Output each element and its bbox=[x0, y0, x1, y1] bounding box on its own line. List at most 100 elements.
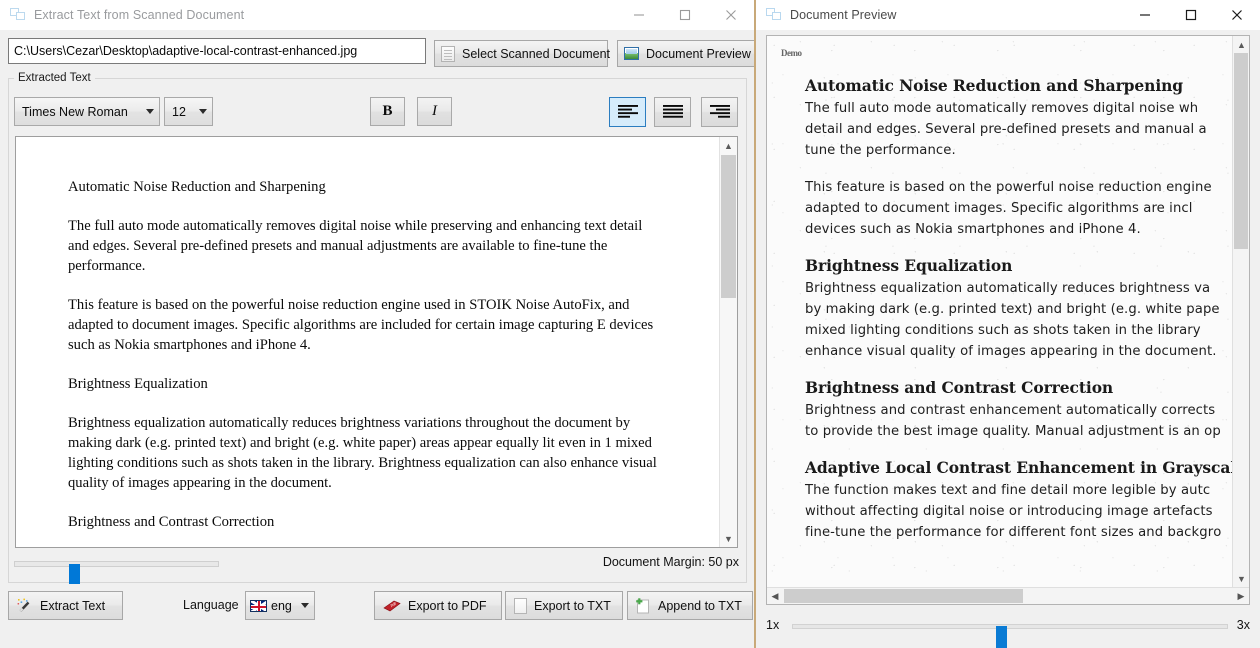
scrollbar-thumb[interactable] bbox=[721, 155, 736, 298]
document-margin-slider[interactable] bbox=[14, 561, 219, 584]
demo-watermark: Demo bbox=[781, 48, 802, 58]
export-to-pdf-label: Export to PDF bbox=[408, 598, 487, 613]
extracted-paragraph: Brightness equalization automatically re… bbox=[68, 415, 657, 491]
document-margin-row: Document Margin: 50 px bbox=[14, 552, 739, 584]
align-justify-icon bbox=[662, 105, 683, 118]
maximize-button[interactable] bbox=[1168, 0, 1214, 30]
language-select[interactable]: eng bbox=[245, 591, 315, 620]
language-value: eng bbox=[271, 598, 292, 613]
pdf-icon: pdf bbox=[383, 599, 401, 613]
chevron-down-icon bbox=[194, 109, 212, 114]
font-size-select[interactable]: 12 bbox=[164, 97, 213, 126]
close-button[interactable] bbox=[708, 0, 754, 30]
select-scanned-document-label: Select Scanned Document bbox=[462, 46, 611, 61]
close-button[interactable] bbox=[1214, 0, 1260, 30]
document-margin-label: Document Margin: 50 px bbox=[602, 555, 739, 569]
preview-horizontal-scrollbar[interactable]: ◀ ▶ bbox=[767, 587, 1249, 604]
scroll-down-icon[interactable]: ▼ bbox=[1233, 570, 1249, 587]
preview-heading: Brightness Equalization bbox=[805, 256, 1013, 275]
minimize-button[interactable] bbox=[616, 0, 662, 30]
slider-thumb[interactable] bbox=[996, 626, 1007, 648]
preview-paragraph: The function makes text and fine detail … bbox=[805, 483, 1222, 540]
scroll-up-icon[interactable]: ▲ bbox=[720, 137, 737, 154]
extracted-text-area[interactable]: Automatic Noise Reduction and Sharpening… bbox=[15, 136, 738, 548]
align-justify-button[interactable] bbox=[654, 97, 691, 127]
preview-paragraph: Brightness and contrast enhancement auto… bbox=[805, 403, 1221, 439]
export-to-txt-label: Export to TXT bbox=[534, 598, 611, 613]
preview-paragraph: This feature is based on the powerful no… bbox=[805, 180, 1212, 237]
scanned-page-canvas[interactable]: Demo Automatic Noise Reduction and Sharp… bbox=[767, 36, 1232, 587]
right-window-controls bbox=[1122, 0, 1260, 30]
scroll-up-icon[interactable]: ▲ bbox=[1233, 36, 1249, 53]
document-preview-button[interactable]: Document Preview bbox=[617, 40, 754, 67]
scroll-down-icon[interactable]: ▼ bbox=[720, 530, 737, 547]
export-to-pdf-button[interactable]: pdf Export to PDF bbox=[374, 591, 502, 620]
action-bar: Extract Text Language eng pdf Export to … bbox=[0, 588, 754, 648]
document-icon bbox=[441, 45, 455, 62]
align-right-button[interactable] bbox=[701, 97, 738, 127]
image-preview-icon bbox=[624, 47, 639, 60]
extracted-paragraph: Brightness and Contrast Correction bbox=[68, 514, 275, 530]
extracted-paragraph: This feature is based on the powerful no… bbox=[68, 297, 654, 353]
magic-wand-icon bbox=[17, 598, 33, 614]
minimize-button[interactable] bbox=[1122, 0, 1168, 30]
document-preview-window: Document Preview Demo Automatic Noise Re… bbox=[756, 0, 1260, 648]
zoom-max-label: 3x bbox=[1236, 618, 1250, 632]
preview-frame: Demo Automatic Noise Reduction and Sharp… bbox=[766, 35, 1250, 605]
chevron-down-icon bbox=[296, 603, 314, 608]
preview-heading: Brightness and Contrast Correction bbox=[805, 378, 1114, 397]
preview-heading: Automatic Noise Reduction and Sharpening bbox=[805, 76, 1184, 95]
left-window-titlebar[interactable]: Extract Text from Scanned Document bbox=[0, 0, 754, 30]
extracted-paragraph: Brightness Equalization bbox=[68, 376, 208, 392]
font-size-value: 12 bbox=[172, 104, 186, 119]
bold-label: B bbox=[382, 103, 393, 119]
left-window-title: Extract Text from Scanned Document bbox=[34, 8, 245, 22]
windows-restore-icon bbox=[10, 8, 26, 22]
scrollbar-thumb[interactable] bbox=[784, 589, 1023, 603]
scanned-page-content: Automatic Noise Reduction and Sharpening… bbox=[805, 46, 1232, 543]
maximize-button[interactable] bbox=[662, 0, 708, 30]
preview-main: Demo Automatic Noise Reduction and Sharp… bbox=[767, 36, 1249, 587]
preview-vertical-scrollbar[interactable]: ▲ ▼ bbox=[1232, 36, 1249, 587]
scrollbar-thumb[interactable] bbox=[1234, 53, 1248, 249]
extract-text-button[interactable]: Extract Text bbox=[8, 591, 123, 620]
align-left-button[interactable] bbox=[609, 97, 646, 127]
append-to-txt-label: Append to TXT bbox=[658, 598, 742, 613]
preview-paragraph: The full auto mode automatically removes… bbox=[805, 101, 1207, 158]
right-window-titlebar[interactable]: Document Preview bbox=[756, 0, 1260, 30]
italic-button[interactable]: I bbox=[417, 97, 452, 126]
bold-button[interactable]: B bbox=[370, 97, 405, 126]
font-family-select[interactable]: Times New Roman bbox=[14, 97, 160, 126]
extract-text-window: Extract Text from Scanned Document C:\Us… bbox=[0, 0, 755, 648]
screen-root: Extract Text from Scanned Document C:\Us… bbox=[0, 0, 1260, 648]
zoom-min-label: 1x bbox=[766, 618, 780, 632]
scroll-right-icon[interactable]: ▶ bbox=[1233, 588, 1249, 604]
zoom-slider-row: 1x 3x bbox=[766, 615, 1250, 648]
text-file-icon bbox=[514, 597, 527, 614]
zoom-slider[interactable] bbox=[792, 624, 1228, 648]
select-scanned-document-button[interactable]: Select Scanned Document bbox=[434, 40, 611, 67]
scroll-left-icon[interactable]: ◀ bbox=[767, 588, 783, 604]
uk-flag-icon bbox=[250, 599, 267, 612]
chevron-down-icon bbox=[141, 109, 159, 114]
font-family-value: Times New Roman bbox=[22, 104, 128, 119]
slider-thumb[interactable] bbox=[69, 564, 80, 584]
windows-restore-icon bbox=[766, 8, 782, 22]
extracted-paragraph: Automatic Noise Reduction and Sharpening bbox=[68, 179, 326, 195]
extracted-text-body[interactable]: Automatic Noise Reduction and Sharpening… bbox=[16, 137, 719, 547]
extract-text-label: Extract Text bbox=[40, 598, 106, 613]
preview-heading: Adaptive Local Contrast Enhancement in G… bbox=[805, 458, 1232, 477]
extracted-text-legend: Extracted Text bbox=[14, 72, 95, 84]
preview-paragraph: Brightness equalization automatically re… bbox=[805, 281, 1220, 359]
align-right-icon bbox=[709, 105, 730, 118]
extracted-paragraph: The full auto mode automatically removes… bbox=[68, 218, 643, 274]
extracted-text-vertical-scrollbar[interactable]: ▲ ▼ bbox=[719, 137, 737, 547]
export-to-txt-button[interactable]: Export to TXT bbox=[505, 591, 623, 620]
document-path-input[interactable]: C:\Users\Cezar\Desktop\adaptive-local-co… bbox=[8, 38, 426, 64]
append-file-icon bbox=[636, 597, 651, 614]
document-preview-label: Document Preview bbox=[646, 46, 751, 61]
left-window-controls bbox=[616, 0, 754, 30]
language-label: Language bbox=[183, 598, 239, 612]
right-window-title: Document Preview bbox=[790, 8, 897, 22]
append-to-txt-button[interactable]: Append to TXT bbox=[627, 591, 753, 620]
